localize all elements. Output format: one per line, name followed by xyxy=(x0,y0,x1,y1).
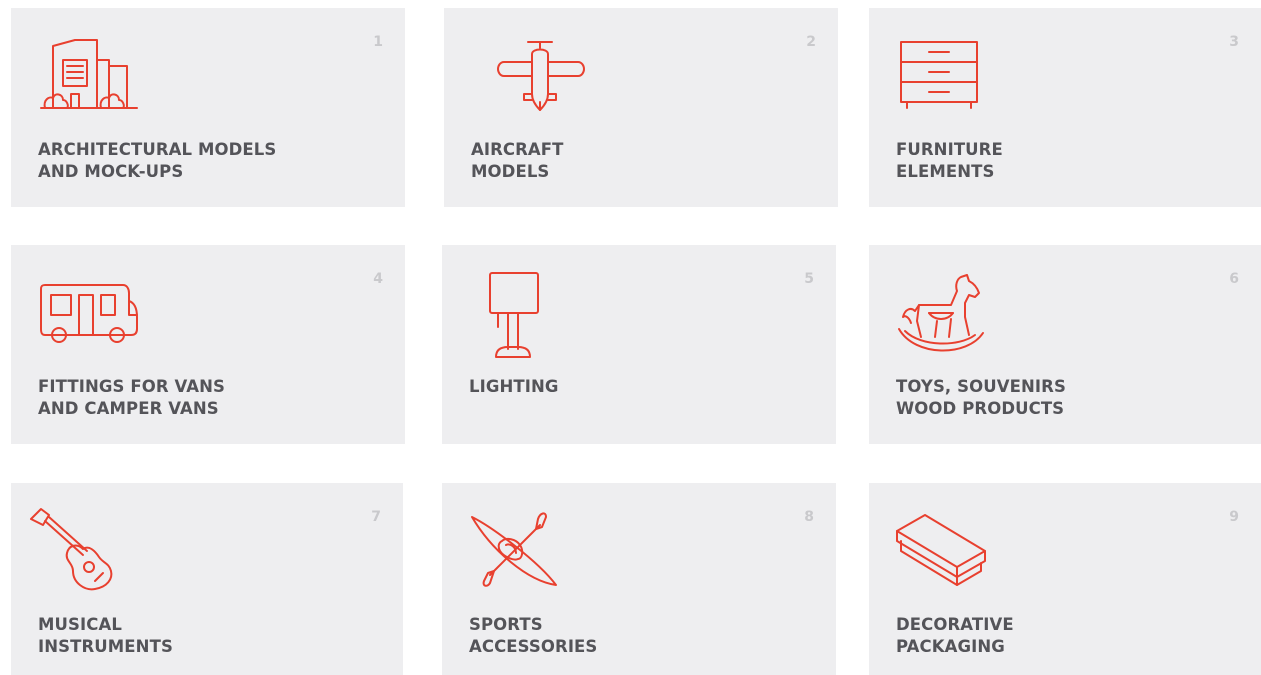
category-card-aircraft-models[interactable]: 2 AIRCRAFT MODELS xyxy=(444,8,838,207)
card-title: MUSICAL INSTRUMENTS xyxy=(38,615,173,656)
category-card-toys-souvenirs[interactable]: 6 TOYS, SOUVENIRS WOOD PRODUCTS xyxy=(869,245,1261,444)
category-card-architectural-models[interactable]: 1 ARCHITECTURAL MODELS AND MOCK-UPS xyxy=(11,8,405,207)
card-title: LIGHTING xyxy=(469,377,559,396)
airplane-icon xyxy=(470,36,585,116)
lamp-icon xyxy=(468,272,578,358)
guitar-icon xyxy=(30,508,147,591)
kayak-icon xyxy=(468,511,578,591)
rocking-horse-icon xyxy=(895,273,1005,353)
category-card-fittings-for-vans[interactable]: 4 FITTINGS FOR VANS AND CAMPER VANS xyxy=(11,245,405,444)
card-title: DECORATIVE PACKAGING xyxy=(896,615,1014,656)
category-card-lighting[interactable]: 5 LIGHTING xyxy=(442,245,836,444)
category-card-sports-accessories[interactable]: 8 SPORTS ACCESSORIES xyxy=(442,483,836,675)
card-number: 9 xyxy=(1229,509,1239,525)
card-number: 7 xyxy=(371,509,381,525)
card-title: SPORTS ACCESSORIES xyxy=(469,615,598,656)
card-number: 3 xyxy=(1229,34,1239,50)
card-number: 6 xyxy=(1229,271,1239,287)
card-title: FURNITURE ELEMENTS xyxy=(896,140,1003,181)
building-icon xyxy=(37,36,147,116)
gift-box-icon xyxy=(895,511,1005,591)
card-title: FITTINGS FOR VANS AND CAMPER VANS xyxy=(38,377,225,418)
category-card-decorative-packaging[interactable]: 9 DECORATIVE PACKAGING xyxy=(869,483,1261,675)
card-number: 2 xyxy=(806,34,816,50)
card-number: 5 xyxy=(804,271,814,287)
card-number: 1 xyxy=(373,34,383,50)
dresser-icon xyxy=(895,36,1005,116)
category-card-musical-instruments[interactable]: 7 MUSICAL INSTRUMENTS xyxy=(11,483,403,675)
card-title: AIRCRAFT MODELS xyxy=(471,140,564,181)
card-number: 4 xyxy=(373,271,383,287)
card-title: TOYS, SOUVENIRS WOOD PRODUCTS xyxy=(896,377,1066,418)
card-title: ARCHITECTURAL MODELS AND MOCK-UPS xyxy=(38,140,277,181)
card-number: 8 xyxy=(804,509,814,525)
category-card-furniture-elements[interactable]: 3 FURNITURE ELEMENTS xyxy=(869,8,1261,207)
camper-van-icon xyxy=(37,273,147,353)
